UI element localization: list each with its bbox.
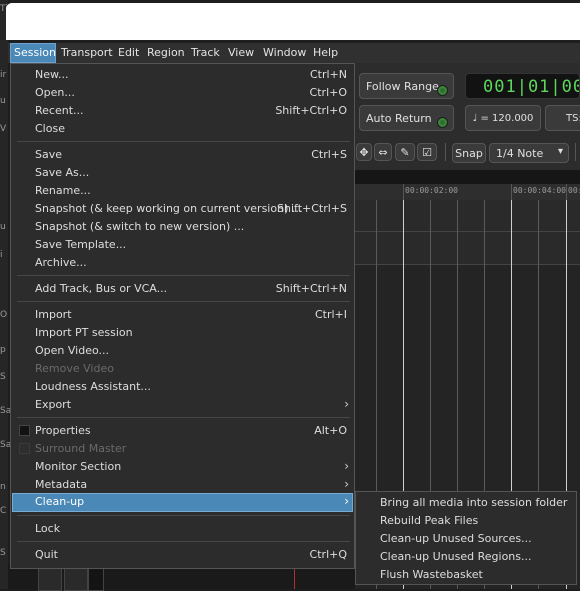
menu-item-lock[interactable]: Lock <box>12 520 353 538</box>
menu-track[interactable]: Track <box>188 43 223 63</box>
ruler-tick <box>566 184 567 200</box>
menu-separator <box>17 417 350 418</box>
auto-return-button[interactable]: Auto Return <box>359 105 454 131</box>
snap-button[interactable]: Snap <box>452 143 486 163</box>
menu-session[interactable]: Session <box>10 43 56 63</box>
menu-item-new[interactable]: New... Ctrl+N <box>12 66 353 84</box>
edge-text: n <box>0 482 6 492</box>
menu-item-snapshot-keep[interactable]: Snapshot (& keep working on current vers… <box>12 200 353 218</box>
menu-item-import-pt[interactable]: Import PT session <box>12 324 353 342</box>
menu-item-quit[interactable]: Quit Ctrl+Q <box>12 546 353 564</box>
submenu-item-rebuild-peaks[interactable]: Rebuild Peak Files <box>357 512 575 530</box>
ruler-tick <box>403 184 404 200</box>
menu-item-remove-video: Remove Video <box>35 362 114 375</box>
menu-item-surround-master: Surround Master <box>12 440 353 458</box>
menu-separator <box>17 515 350 516</box>
ruler-label: 00: <box>568 186 580 195</box>
track-divider <box>355 264 580 265</box>
submenu-arrow-icon: › <box>344 397 349 411</box>
submenu-item-cleanup-regions[interactable]: Clean-up Unused Regions... <box>357 548 575 566</box>
range-tool-icon[interactable]: ⇔ <box>374 143 392 161</box>
grid-type-value: 1/4 Note <box>496 146 544 160</box>
menu-item-save-template[interactable]: Save Template... <box>12 236 353 254</box>
menu-item-open-video[interactable]: Open Video... <box>12 342 353 360</box>
meter-button[interactable]: TS: <box>545 105 580 131</box>
menu-region[interactable]: Region <box>144 43 188 63</box>
menu-separator <box>17 301 350 302</box>
meter <box>88 567 104 591</box>
toolbar-divider <box>445 143 446 161</box>
auto-return-led-icon <box>437 117 448 128</box>
menu-item-rename[interactable]: Rename... <box>12 182 353 200</box>
menubar: Session Transport Edit Region Track View… <box>8 43 580 63</box>
edge-text: O <box>0 310 8 320</box>
follow-range-led-icon <box>437 85 448 96</box>
tempo-button[interactable]: ♩ = 120.000 <box>465 105 541 131</box>
chevron-down-icon: ▾ <box>557 146 563 157</box>
menu-separator <box>17 141 350 142</box>
menu-item-close[interactable]: Close <box>12 120 353 138</box>
menu-item-snapshot-switch[interactable]: Snapshot (& switch to new version) ... <box>12 218 353 236</box>
menu-item-open[interactable]: Open... Ctrl+O <box>12 84 353 102</box>
edge-text: V <box>0 124 7 134</box>
follow-range-button[interactable]: Follow Range <box>359 73 454 99</box>
menu-item-save[interactable]: Save Ctrl+S <box>12 146 353 164</box>
ruler-label: 00:00:04:00 <box>513 186 566 195</box>
submenu-item-cleanup-sources[interactable]: Clean-up Unused Sources... <box>357 530 575 548</box>
menu-view[interactable]: View <box>225 43 257 63</box>
internal-edit-tool-icon[interactable]: ☑ <box>417 143 437 161</box>
ruler-tick <box>511 184 512 200</box>
edge-text: i <box>0 250 3 260</box>
grab-tool-icon[interactable]: ✥ <box>356 143 372 161</box>
cleanup-submenu: Bring all media into session folder Rebu… <box>355 491 577 585</box>
menu-item-clean-up[interactable]: Clean-up › <box>12 493 353 512</box>
meter <box>38 567 62 591</box>
edge-text: S <box>0 372 6 382</box>
meter <box>64 567 88 591</box>
submenu-arrow-icon: › <box>344 494 349 508</box>
track-lanes[interactable] <box>355 200 580 264</box>
edge-text: S <box>0 548 6 558</box>
menu-transport[interactable]: Transport <box>58 43 116 63</box>
edge-text: p <box>0 345 6 355</box>
window-left-edge: Ti ir u V u i O p S Sa Sa n C S <box>0 0 11 589</box>
menu-separator <box>17 541 350 542</box>
track-divider <box>355 231 580 232</box>
menu-item-recent[interactable]: Recent... Shift+Ctrl+O <box>12 102 353 120</box>
toolbar-divider <box>575 143 576 161</box>
checkbox-icon <box>19 443 30 454</box>
edge-text: u <box>0 222 6 232</box>
edge-text: ir <box>0 70 7 80</box>
draw-tool-icon[interactable]: ✎ <box>395 143 415 161</box>
grid-type-dropdown[interactable]: 1/4 Note ▾ <box>489 143 569 163</box>
ruler-label: 00:00:02:00 <box>405 186 458 195</box>
menu-item-loudness-assistant[interactable]: Loudness Assistant... <box>12 378 353 396</box>
menu-item-archive[interactable]: Archive... <box>12 254 353 272</box>
menu-item-metadata[interactable]: Metadata › <box>12 476 353 494</box>
checkbox-icon <box>19 425 30 436</box>
menu-item-import[interactable]: Import Ctrl+I <box>12 306 353 324</box>
window-titlebar <box>6 3 580 40</box>
edge-text: C <box>0 506 7 516</box>
session-menu: New... Ctrl+N Open... Ctrl+O Recent... Shif… <box>10 63 355 569</box>
menu-item-export[interactable]: Export › <box>12 396 353 414</box>
submenu-item-flush-wastebasket[interactable]: Flush Wastebasket <box>357 566 575 584</box>
menu-edit[interactable]: Edit <box>115 43 142 63</box>
edge-text: u <box>0 96 6 106</box>
menu-window[interactable]: Window <box>260 43 309 63</box>
follow-range-label: Follow Range <box>366 79 439 93</box>
menu-item-properties[interactable]: Properties Alt+O <box>12 422 353 440</box>
menu-help[interactable]: Help <box>310 43 341 63</box>
menu-separator <box>17 275 350 276</box>
marker-ruler[interactable] <box>355 170 580 184</box>
submenu-arrow-icon: › <box>344 459 349 473</box>
auto-return-label: Auto Return <box>366 111 432 125</box>
menu-item-add-track[interactable]: Add Track, Bus or VCA... Shift+Ctrl+N <box>12 280 353 298</box>
menu-item-monitor-section[interactable]: Monitor Section › <box>12 458 353 476</box>
primary-clock[interactable]: 001|01|00 <box>465 73 580 99</box>
submenu-arrow-icon: › <box>344 477 349 491</box>
menu-item-save-as[interactable]: Save As... <box>12 164 353 182</box>
submenu-item-bring-all-media[interactable]: Bring all media into session folder <box>357 494 575 512</box>
